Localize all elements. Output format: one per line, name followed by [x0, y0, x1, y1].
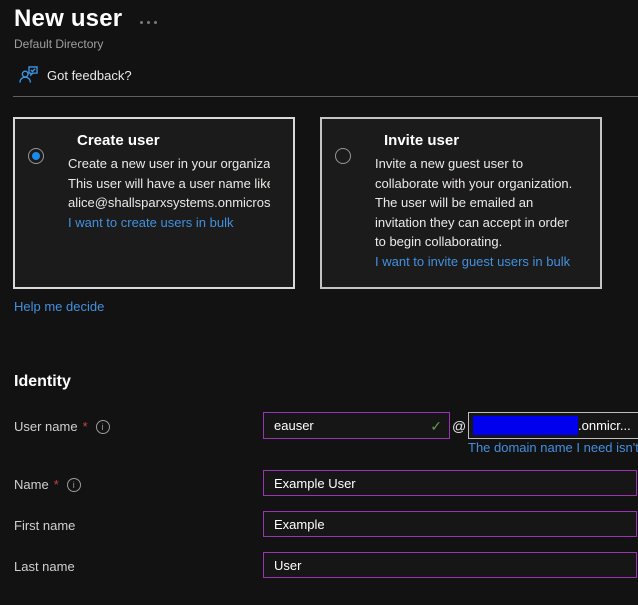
invite-user-desc-line: The user will be emailed an: [375, 195, 534, 210]
required-marker: *: [82, 419, 88, 434]
user-type-cards: Create user Create a new user in your or…: [13, 117, 602, 289]
create-user-card[interactable]: Create user Create a new user in your or…: [13, 117, 295, 289]
name-label: Name * i: [14, 477, 81, 492]
name-input[interactable]: Example User: [263, 470, 637, 496]
user-name-input[interactable]: eauser ✓: [263, 412, 450, 439]
invite-user-desc-line: to begin collaborating.: [375, 234, 503, 249]
invite-user-desc-line: invitation they can accept in order: [375, 214, 569, 230]
required-marker: *: [53, 477, 59, 492]
valid-check-icon: ✓: [430, 418, 442, 434]
create-user-desc-line: This user will have a user name like: [68, 175, 270, 191]
first-name-input[interactable]: Example: [263, 511, 637, 537]
header-divider: [13, 96, 638, 97]
last-name-label: Last name: [14, 559, 75, 574]
create-user-title: Create user: [77, 132, 160, 149]
identity-heading: Identity: [14, 373, 71, 390]
user-name-label: User name * i: [14, 419, 110, 434]
create-user-radio[interactable]: [28, 148, 44, 164]
info-icon[interactable]: i: [66, 477, 81, 492]
invite-user-radio[interactable]: [335, 148, 351, 164]
directory-subtitle: Default Directory: [14, 37, 104, 51]
create-user-desc-line: alice@shallsparxsystems.onmicrosoft.com.: [68, 195, 270, 210]
page-title: New user: [14, 5, 123, 32]
domain-dropdown[interactable]: .onmicr...: [468, 412, 638, 439]
more-options-icon[interactable]: [138, 19, 159, 26]
invite-user-desc-line: Invite a new guest user to: [375, 156, 524, 171]
at-sign: @: [452, 418, 467, 434]
invite-user-card[interactable]: Invite user Invite a new guest user to c…: [320, 117, 602, 289]
got-feedback-button[interactable]: Got feedback?: [19, 66, 132, 84]
domain-selected-text[interactable]: [473, 416, 578, 435]
first-name-label: First name: [14, 518, 76, 533]
domain-not-listed-link[interactable]: The domain name I need isn't: [468, 440, 638, 455]
info-icon[interactable]: i: [95, 419, 110, 434]
feedback-label: Got feedback?: [47, 67, 132, 83]
invite-user-title: Invite user: [384, 132, 460, 149]
bulk-create-link[interactable]: I want to create users in bulk: [68, 213, 270, 233]
invite-user-desc-line: collaborate with your organization.: [375, 175, 573, 191]
bulk-invite-link[interactable]: I want to invite guest users in bulk: [375, 252, 577, 272]
domain-suffix: .onmicr...: [578, 418, 631, 433]
create-user-desc-line: Create a new user in your organization.: [68, 156, 270, 171]
last-name-input[interactable]: User: [263, 552, 637, 578]
feedback-icon: [19, 66, 38, 84]
help-me-decide-link[interactable]: Help me decide: [14, 299, 104, 314]
